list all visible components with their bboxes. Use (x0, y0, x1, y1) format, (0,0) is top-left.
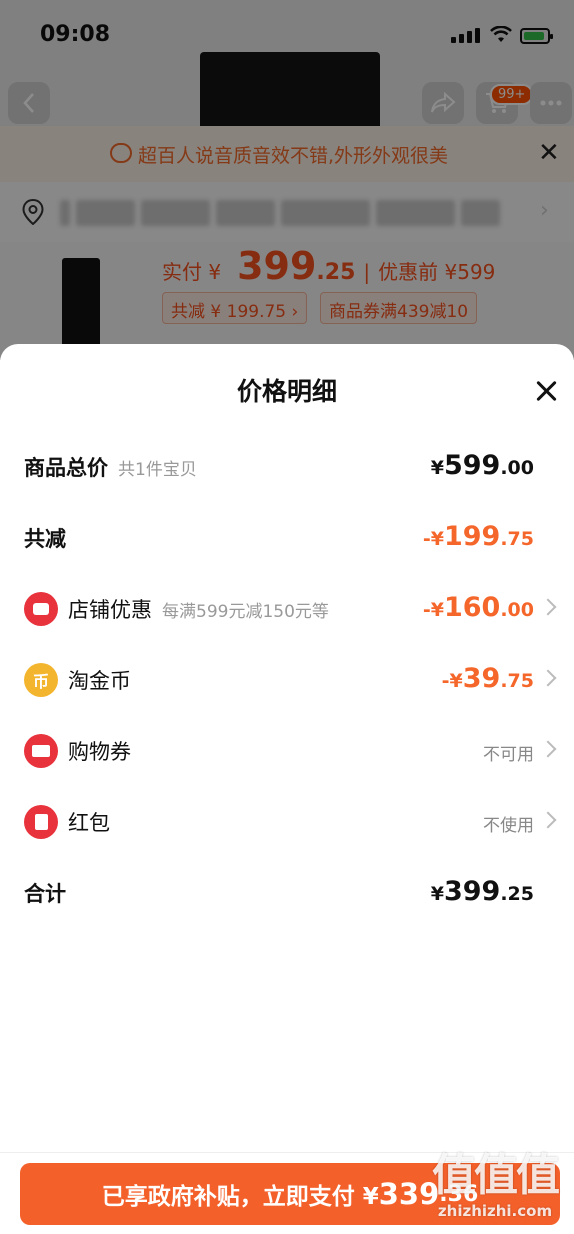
chevron-right-icon (539, 740, 557, 758)
row-shopping-voucher[interactable]: 购物券 不可用 (0, 726, 574, 776)
close-icon[interactable] (533, 378, 561, 406)
site-watermark: 值值值 zhizhizhi.com (420, 1150, 570, 1234)
total-discount-label: 共减 (24, 527, 66, 551)
coin-icon: 币 (24, 663, 58, 697)
store-discount-rule: 每满599元减150元等 (162, 602, 329, 622)
chevron-right-icon (539, 669, 557, 687)
row-taojinbi[interactable]: 币 淘金币 -¥39.75 (0, 655, 574, 705)
red-envelope-label: 红包 (68, 811, 110, 835)
chevron-right-icon (539, 811, 557, 829)
store-discount-label: 店铺优惠 (68, 598, 152, 622)
amount-integer: 160 (443, 592, 501, 623)
amount-integer: 39 (462, 663, 501, 694)
watermark-logo: 值值值 (432, 1150, 560, 1201)
price-detail-sheet: 价格明细 商品总价 共1件宝贝 ¥599.00 共减 -¥199.75 店铺优惠每… (0, 344, 574, 1234)
product-page-background: 09:08 99+ 超百人说音质音效不错,外形外观很美 ✕ › 实付 ¥ 399… (0, 0, 574, 360)
row-store-discount[interactable]: 店铺优惠 每满599元减150元等 -¥160.00 (0, 584, 574, 634)
amount-integer: 599 (443, 450, 501, 481)
currency: ¥ (430, 457, 444, 479)
currency: ¥ (430, 883, 444, 905)
currency: -¥ (441, 670, 463, 692)
red-envelope-icon (24, 805, 58, 839)
row-item-total: 商品总价 共1件宝贝 ¥599.00 (0, 442, 574, 492)
grand-total-amount: ¥399.25 (431, 876, 534, 907)
item-count-text: 共1件宝贝 (118, 460, 197, 480)
amount-integer: 399 (443, 876, 501, 907)
currency: -¥ (422, 528, 444, 550)
grand-total-label: 合计 (24, 882, 66, 906)
coin-glyph: 币 (32, 672, 49, 691)
row-red-envelope[interactable]: 红包 不使用 (0, 797, 574, 847)
row-label: 商品总价 共1件宝贝 (24, 452, 197, 482)
item-total-label: 商品总价 (24, 456, 108, 480)
store-icon (24, 592, 58, 626)
pay-button-label: 已享政府补贴，立即支付 ¥ (101, 1184, 379, 1210)
shopping-voucher-label: 购物券 (68, 740, 131, 764)
amount-decimal: .75 (500, 528, 534, 550)
shopping-voucher-status: 不可用 (483, 745, 534, 765)
ticket-icon (24, 734, 58, 768)
sheet-title: 价格明细 (236, 377, 337, 406)
row-total-discount: 共减 -¥199.75 (0, 513, 574, 563)
taojinbi-amount: -¥39.75 (442, 663, 534, 694)
store-discount-amount: -¥160.00 (423, 592, 534, 623)
taojinbi-label: 淘金币 (68, 669, 131, 693)
amount-decimal: .75 (500, 670, 534, 692)
watermark-url: zhizhizhi.com (437, 1202, 553, 1220)
chevron-right-icon (539, 598, 557, 616)
item-total-amount: ¥599.00 (431, 450, 534, 481)
currency: -¥ (422, 599, 444, 621)
amount-decimal: .00 (500, 457, 534, 479)
total-discount-amount: -¥199.75 (423, 521, 534, 552)
row-label: 店铺优惠 每满599元减150元等 (68, 594, 329, 624)
amount-integer: 199 (443, 521, 501, 552)
amount-decimal: .00 (500, 599, 534, 621)
amount-decimal: .25 (500, 883, 534, 905)
row-grand-total: 合计 ¥399.25 (0, 868, 574, 918)
red-envelope-status: 不使用 (483, 816, 534, 836)
modal-overlay[interactable] (0, 0, 574, 360)
